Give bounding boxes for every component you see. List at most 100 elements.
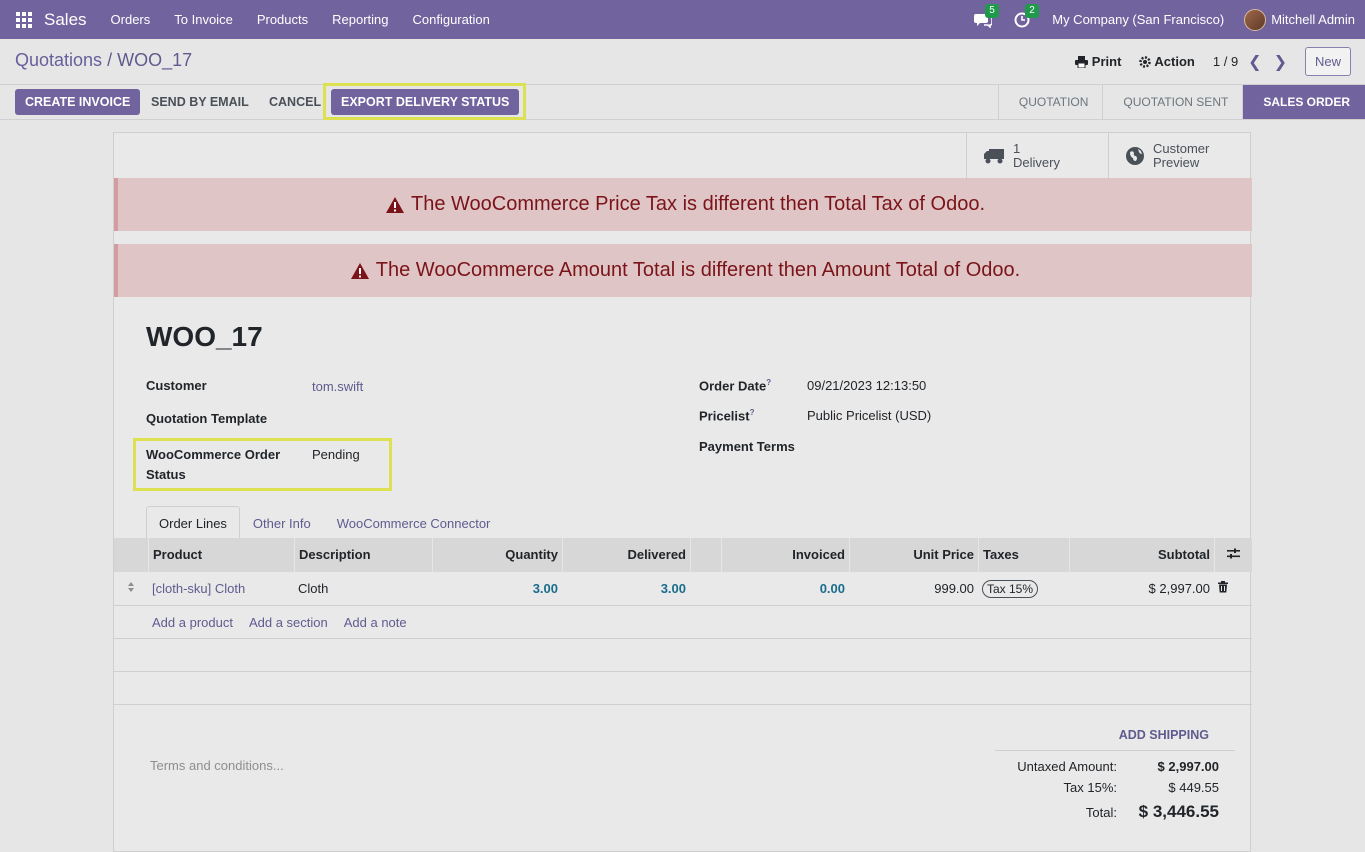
line-description[interactable]: Cloth <box>294 581 432 596</box>
tab-woocommerce-connector[interactable]: WooCommerce Connector <box>324 506 504 540</box>
quotation-template-label: Quotation Template <box>146 411 268 426</box>
messages-count-badge: 5 <box>985 3 999 18</box>
customer-preview-smart-button[interactable]: Customer Preview <box>1108 133 1250 178</box>
tab-other-info[interactable]: Other Info <box>240 506 324 540</box>
line-quantity[interactable]: 3.00 <box>432 581 562 596</box>
stage-quotation[interactable]: Quotation <box>997 85 1103 119</box>
help-tooltip-icon[interactable]: ? <box>750 408 755 417</box>
action-label: Action <box>1154 54 1195 69</box>
col-taxes[interactable]: Taxes <box>978 538 1069 572</box>
smart-buttons: 1 Delivery Customer Preview <box>966 133 1250 178</box>
add-section-link[interactable]: Add a section <box>249 615 328 630</box>
new-button[interactable]: New <box>1304 47 1351 76</box>
form-sheet: 1 Delivery Customer Preview The WooCommerc… <box>113 132 1252 852</box>
stage-quotation-sent[interactable]: Quotation Sent <box>1102 85 1242 119</box>
empty-table-row <box>114 672 1252 705</box>
alert-total-mismatch: The WooCommerce Amount Total is differen… <box>114 244 1252 297</box>
add-line-row: Add a product Add a section Add a note <box>114 606 1252 639</box>
pager-previous-icon[interactable]: ❮ <box>1248 52 1261 72</box>
record-title: WOO_17 <box>146 321 263 352</box>
tax-value: $ 449.55 <box>1168 780 1219 795</box>
menu-orders[interactable]: Orders <box>99 12 163 27</box>
menu-reporting[interactable]: Reporting <box>320 12 400 27</box>
print-label: Print <box>1091 54 1122 69</box>
breadcrumb: Quotations / WOO_17 <box>15 50 192 71</box>
form-statusbar: Create Invoice Send by Email Cancel Expo… <box>0 83 1365 120</box>
app-brand[interactable]: Sales <box>44 10 87 30</box>
delivery-smart-button[interactable]: 1 Delivery <box>966 133 1108 178</box>
line-delivered[interactable]: 3.00 <box>562 581 690 596</box>
col-quantity[interactable]: Quantity <box>432 538 562 572</box>
line-tax-badge[interactable]: Tax 15% <box>982 580 1039 598</box>
company-switcher[interactable]: My Company (San Francisco) <box>1052 12 1224 27</box>
line-invoiced[interactable]: 0.00 <box>721 581 849 596</box>
help-tooltip-icon[interactable]: ? <box>766 378 771 387</box>
activities-button[interactable]: 2 <box>1014 3 1039 28</box>
delivery-count: 1 <box>1013 140 1021 156</box>
menu-configuration[interactable]: Configuration <box>401 12 502 27</box>
customer-field[interactable]: tom.swift <box>312 379 363 394</box>
col-unit-price[interactable]: Unit Price <box>849 538 978 572</box>
gear-icon <box>1139 55 1152 68</box>
breadcrumb-separator: / <box>102 50 118 70</box>
delete-line-button[interactable] <box>1214 581 1252 596</box>
table-row[interactable]: [cloth-sku] Cloth Cloth 3.00 3.00 0.00 9… <box>114 572 1252 606</box>
pricelist-label: Pricelist? <box>699 408 755 424</box>
alert-tax-mismatch: The WooCommerce Price Tax is different t… <box>114 178 1252 231</box>
user-avatar[interactable] <box>1244 8 1267 31</box>
highlight-woo-status <box>133 438 392 491</box>
col-invoiced[interactable]: Invoiced <box>721 538 849 572</box>
pager-value[interactable]: 1 / 9 <box>1213 54 1238 69</box>
total-value: $ 3,446.55 <box>1138 802 1219 821</box>
trash-icon <box>1218 581 1228 593</box>
untaxed-amount-value: $ 2,997.00 <box>1157 759 1219 774</box>
drag-handle-icon[interactable] <box>114 581 148 596</box>
breadcrumb-quotations[interactable]: Quotations <box>15 50 102 70</box>
alert-tax-text: The WooCommerce Price Tax is different t… <box>411 193 985 215</box>
delivery-label: Delivery <box>1013 154 1060 170</box>
add-shipping-button[interactable]: Add Shipping <box>1119 728 1209 742</box>
col-subtotal[interactable]: Subtotal <box>1069 538 1214 572</box>
menu-products[interactable]: Products <box>245 12 320 27</box>
tab-order-lines[interactable]: Order Lines <box>146 506 240 540</box>
messages-button[interactable]: 5 <box>974 3 999 28</box>
preview-line-1: Customer <box>1153 140 1210 156</box>
col-description[interactable]: Description <box>294 538 432 572</box>
stage-pipeline: Quotation Quotation Sent Sales Order <box>997 85 1365 119</box>
woo-status-label-line2: Status <box>146 467 186 482</box>
add-product-link[interactable]: Add a product <box>152 615 233 630</box>
pricelist-field[interactable]: Public Pricelist (USD) <box>807 408 931 423</box>
tax-label: Tax 15%: <box>1063 780 1117 795</box>
action-button[interactable]: Action <box>1139 54 1195 69</box>
apps-grid-icon[interactable] <box>16 11 32 28</box>
order-lines-header: Product Description Quantity Delivered I… <box>114 538 1252 572</box>
alert-total-text: The WooCommerce Amount Total is differen… <box>375 259 1021 281</box>
cancel-button[interactable]: Cancel <box>259 89 331 115</box>
empty-table-row <box>114 639 1252 672</box>
activities-count-badge: 2 <box>1025 3 1039 18</box>
export-delivery-status-button[interactable]: Export Delivery Status <box>331 89 520 115</box>
col-product[interactable]: Product <box>148 538 294 572</box>
warning-icon <box>350 262 369 279</box>
menu-to-invoice[interactable]: To Invoice <box>162 12 245 27</box>
add-note-link[interactable]: Add a note <box>344 615 407 630</box>
optional-columns-toggle[interactable] <box>1214 538 1252 572</box>
preview-line-2: Preview <box>1153 154 1200 170</box>
line-subtotal: $ 2,997.00 <box>1148 581 1210 596</box>
print-button[interactable]: Print <box>1074 54 1122 69</box>
line-unit-price[interactable]: 999.00 <box>849 581 978 596</box>
stage-sales-order[interactable]: Sales Order <box>1242 85 1365 119</box>
create-invoice-button[interactable]: Create Invoice <box>15 89 141 115</box>
terms-conditions-input[interactable]: Terms and conditions... <box>150 758 284 773</box>
user-menu[interactable]: Mitchell Admin <box>1271 12 1355 27</box>
pager-next-icon[interactable]: ❯ <box>1274 52 1287 72</box>
sliders-icon <box>1227 548 1240 559</box>
woo-status-label-line1: WooCommerce Order <box>146 447 281 462</box>
line-product[interactable]: [cloth-sku] Cloth <box>148 581 294 596</box>
untaxed-amount-label: Untaxed Amount: <box>1017 759 1117 774</box>
order-date-field[interactable]: 09/21/2023 12:13:50 <box>807 378 926 393</box>
woo-status-field[interactable]: Pending <box>312 447 360 462</box>
col-delivered[interactable]: Delivered <box>562 538 690 572</box>
send-by-email-button[interactable]: Send by Email <box>141 89 259 115</box>
order-date-label: Order Date? <box>699 378 772 394</box>
